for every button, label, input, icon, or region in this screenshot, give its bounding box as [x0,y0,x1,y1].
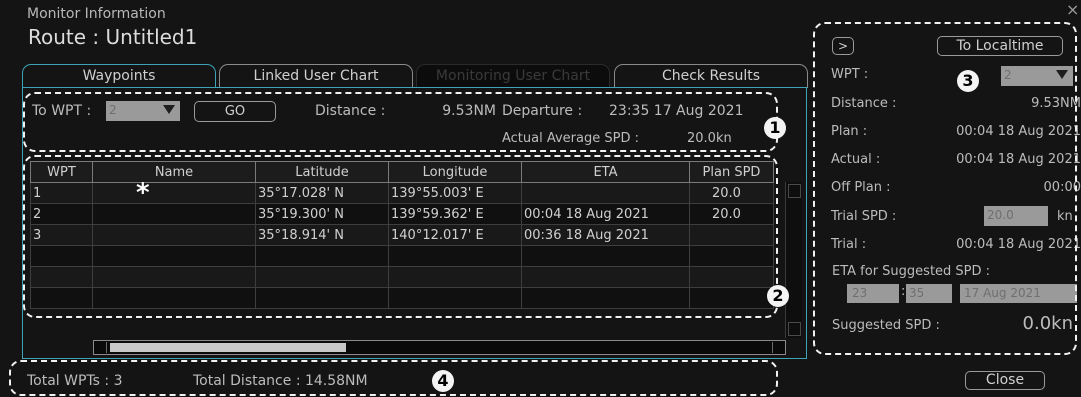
callout-outline-2 [23,155,778,318]
tab-linked-user-chart-label: Linked User Chart [253,68,379,84]
scroll-down-icon[interactable] [788,322,801,336]
callout-number-4: 4 [432,370,454,392]
tab-linked-user-chart[interactable]: Linked User Chart [219,64,413,88]
tab-check-results-label: Check Results [661,68,761,84]
close-button-label: Close [985,372,1025,388]
tab-check-results[interactable]: Check Results [614,64,808,88]
scroll-left-icon[interactable] [95,342,107,353]
horizontal-scroll-thumb[interactable] [110,343,346,352]
close-window-icon[interactable]: × [1066,0,1079,19]
tab-monitoring-user-chart-label: Monitoring User Chart [435,68,591,84]
callout-outline-3 [813,22,1077,355]
window-title: Monitor Information [27,6,166,22]
monitor-information-window: Monitor Information × Route : Untitled1 … [0,0,1081,397]
scroll-right-icon[interactable] [772,342,784,353]
tab-waypoints-label: Waypoints [82,68,156,84]
route-title: Route : Untitled1 [28,25,198,49]
callout-number-1: 1 [764,117,786,139]
vertical-scrollbar[interactable] [785,182,802,338]
callout-number-3: 3 [957,70,979,92]
tab-waypoints[interactable]: Waypoints [22,64,216,88]
close-button[interactable]: Close [965,371,1045,390]
horizontal-scrollbar[interactable] [93,340,786,355]
callout-outline-1 [23,92,778,152]
tab-monitoring-user-chart[interactable]: Monitoring User Chart [416,64,610,88]
callout-number-2: 2 [767,285,789,307]
scroll-up-icon[interactable] [788,184,801,198]
callout-outline-4 [9,360,778,396]
